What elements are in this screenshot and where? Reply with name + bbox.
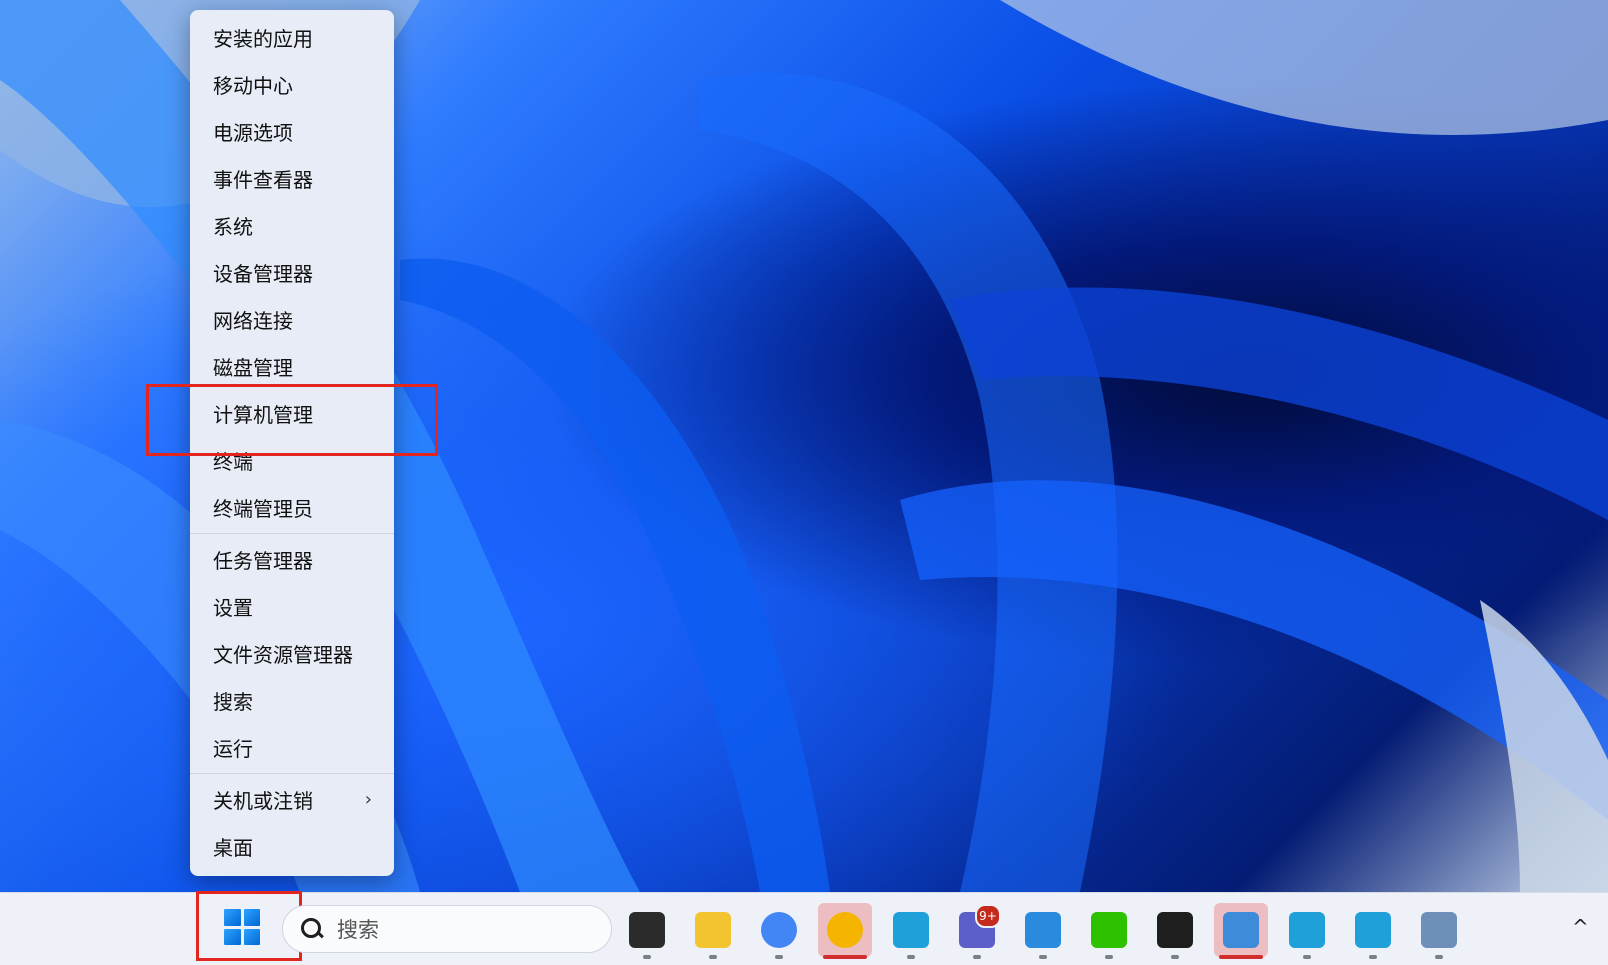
menu-item-label: 移动中心: [213, 74, 293, 98]
menu-item-network-connections[interactable]: 网络连接: [190, 296, 394, 343]
menu-item-event-viewer[interactable]: 事件查看器: [190, 155, 394, 202]
edge-icon: [1289, 912, 1325, 948]
menu-item-shutdown-signout[interactable]: 关机或注销 ›: [190, 776, 394, 823]
menu-item-label: 事件查看器: [213, 168, 313, 192]
quick-assist-icon: [1025, 912, 1061, 948]
active-app-indicator: [823, 955, 867, 959]
quick-assist-taskbar-button[interactable]: [1016, 903, 1070, 959]
running-app-indicator: [643, 955, 651, 959]
windows-logo-pane: [243, 909, 260, 926]
chevron-right-icon: ›: [364, 789, 372, 810]
menu-item-label: 关机或注销: [213, 789, 313, 813]
menu-item-terminal[interactable]: 终端: [190, 437, 394, 484]
edge-profile-icon: [893, 912, 929, 948]
menu-item-terminal-admin[interactable]: 终端管理员: [190, 484, 394, 531]
edge-yl-profile-icon: [1355, 912, 1391, 948]
menu-item-label: 文件资源管理器: [213, 643, 353, 667]
running-app-indicator: [1303, 955, 1311, 959]
running-app-indicator: [973, 955, 981, 959]
terminal-icon: [1157, 912, 1193, 948]
menu-item-run[interactable]: 运行: [190, 724, 394, 771]
chrome-taskbar-button[interactable]: [752, 903, 806, 959]
chrome-canary-icon: [827, 912, 863, 948]
network-computer-taskbar-button[interactable]: [1412, 903, 1466, 959]
menu-item-label: 设置: [213, 596, 253, 620]
menu-item-label: 安装的应用: [213, 27, 313, 51]
menu-item-search[interactable]: 搜索: [190, 677, 394, 724]
desktop-wallpaper: 安装的应用移动中心电源选项事件查看器系统设备管理器网络连接磁盘管理计算机管理终端…: [0, 0, 1608, 892]
menu-item-computer-management[interactable]: 计算机管理: [190, 390, 394, 437]
menu-group-power: 关机或注销 › 桌面: [190, 776, 394, 870]
running-app-indicator: [709, 955, 717, 959]
winx-context-menu: 安装的应用移动中心电源选项事件查看器系统设备管理器网络连接磁盘管理计算机管理终端…: [190, 10, 394, 876]
start-button[interactable]: [224, 909, 260, 945]
menu-item-disk-management[interactable]: 磁盘管理: [190, 343, 394, 390]
edge-yl-profile-taskbar-button[interactable]: [1346, 903, 1400, 959]
running-app-indicator: [907, 955, 915, 959]
menu-item-label: 终端管理员: [213, 497, 313, 521]
menu-item-label: 磁盘管理: [213, 356, 293, 380]
task-view-icon: [629, 912, 665, 948]
menu-item-label: 计算机管理: [213, 403, 313, 427]
menu-item-label: 系统: [213, 215, 253, 239]
windows-logo-pane: [224, 909, 241, 926]
menu-item-label: 桌面: [213, 836, 253, 860]
menu-separator: [190, 773, 394, 774]
terminal-taskbar-button[interactable]: [1148, 903, 1202, 959]
menu-item-label: 运行: [213, 737, 253, 761]
search-icon: [301, 918, 323, 940]
taskbar: 搜索 9+ ^: [0, 891, 1608, 965]
menu-item-power-options[interactable]: 电源选项: [190, 108, 394, 155]
menu-item-file-explorer[interactable]: 文件资源管理器: [190, 630, 394, 677]
network-computer-icon: [1421, 912, 1457, 948]
remote-desktop-taskbar-button[interactable]: [1214, 903, 1268, 959]
running-app-indicator: [1369, 955, 1377, 959]
teams-taskbar-button[interactable]: 9+: [950, 903, 1004, 959]
menu-item-label: 搜索: [213, 690, 253, 714]
running-app-indicator: [1435, 955, 1443, 959]
running-app-indicator: [775, 955, 783, 959]
menu-item-device-manager[interactable]: 设备管理器: [190, 249, 394, 296]
menu-item-mobility-center[interactable]: 移动中心: [190, 61, 394, 108]
menu-separator: [190, 533, 394, 534]
teams-icon: 9+: [959, 904, 1001, 948]
menu-item-system[interactable]: 系统: [190, 202, 394, 249]
chrome-canary-taskbar-button[interactable]: [818, 903, 872, 959]
file-explorer-taskbar-button[interactable]: [686, 903, 740, 959]
chrome-icon: [761, 912, 797, 948]
menu-item-task-manager[interactable]: 任务管理器: [190, 536, 394, 583]
running-app-indicator: [1105, 955, 1113, 959]
edge-profile-taskbar-button[interactable]: [884, 903, 938, 959]
running-app-indicator: [1039, 955, 1047, 959]
file-explorer-icon: [695, 912, 731, 948]
menu-item-label: 网络连接: [213, 309, 293, 333]
windows-logo-pane: [243, 928, 260, 945]
running-app-indicator: [1171, 955, 1179, 959]
task-view-taskbar-button[interactable]: [620, 903, 674, 959]
menu-item-label: 设备管理器: [213, 262, 313, 286]
taskbar-search-box[interactable]: 搜索: [282, 905, 612, 953]
notification-badge: 9+: [975, 904, 1001, 928]
menu-item-desktop[interactable]: 桌面: [190, 823, 394, 870]
menu-item-installed-apps[interactable]: 安装的应用: [190, 14, 394, 61]
menu-group-apps: 任务管理器设置文件资源管理器 搜索运行: [190, 536, 394, 771]
menu-item-settings[interactable]: 设置: [190, 583, 394, 630]
wechat-taskbar-button[interactable]: [1082, 903, 1136, 959]
menu-item-label: 电源选项: [213, 121, 293, 145]
search-placeholder: 搜索: [337, 918, 379, 942]
menu-item-label: 任务管理器: [213, 549, 313, 573]
windows-logo-pane: [224, 928, 241, 945]
edge-taskbar-button[interactable]: [1280, 903, 1334, 959]
wechat-icon: [1091, 912, 1127, 948]
menu-item-label: 终端: [213, 450, 253, 474]
remote-desktop-icon: [1223, 912, 1259, 948]
menu-group-tools: 安装的应用移动中心电源选项事件查看器系统设备管理器网络连接磁盘管理计算机管理终端…: [190, 14, 394, 531]
active-app-indicator: [1219, 955, 1263, 959]
tray-chevron-up-icon[interactable]: ^: [1572, 915, 1589, 939]
